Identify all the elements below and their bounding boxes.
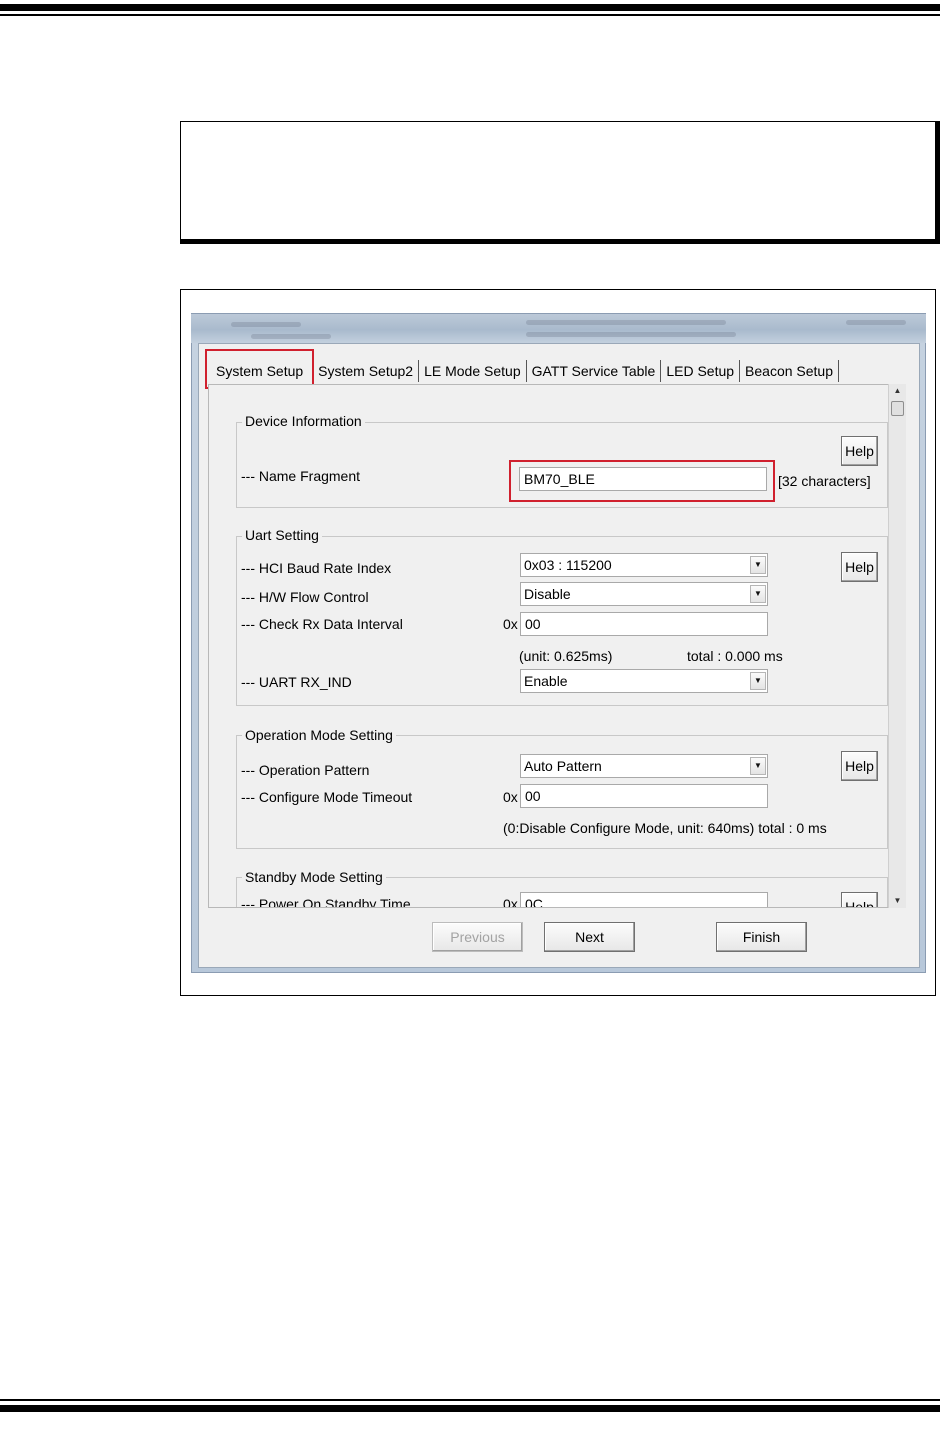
tab-led-setup[interactable]: LED Setup [661, 360, 741, 382]
operation-pattern-value: Auto Pattern [524, 758, 602, 774]
finish-button[interactable]: Finish [716, 922, 807, 952]
next-button[interactable]: Next [544, 922, 635, 952]
footer-rule-thin [0, 1399, 940, 1401]
flow-control-select[interactable]: Disable ▼ [520, 582, 768, 606]
baud-rate-select[interactable]: 0x03 : 115200 ▼ [520, 553, 768, 577]
standby-help-button[interactable]: Help [841, 892, 878, 907]
operation-help-button[interactable]: Help [841, 751, 878, 781]
previous-button[interactable]: Previous [432, 922, 523, 952]
scroll-thumb[interactable] [891, 401, 904, 416]
baud-rate-label: --- HCI Baud Rate Index [241, 560, 392, 576]
config-timeout-prefix: 0x [503, 789, 518, 805]
device-info-help-button[interactable]: Help [841, 436, 878, 466]
footer-rule-thick [0, 1405, 940, 1412]
standby-time-prefix: 0x [503, 896, 518, 908]
name-fragment-label: --- Name Fragment [241, 468, 361, 484]
note-box [180, 121, 940, 244]
chevron-down-icon[interactable]: ▼ [750, 672, 766, 690]
blurred-text [231, 322, 301, 327]
vertical-scrollbar[interactable]: ▲ ▼ [888, 384, 906, 908]
baud-rate-value: 0x03 : 115200 [524, 557, 612, 573]
rx-interval-prefix: 0x [503, 616, 518, 632]
operation-pattern-select[interactable]: Auto Pattern ▼ [520, 754, 768, 778]
blurred-text [526, 320, 726, 325]
tab-gatt-service-table[interactable]: GATT Service Table [527, 360, 662, 382]
config-timeout-note: (0:Disable Configure Mode, unit: 640ms) … [503, 820, 827, 836]
rx-interval-unit: (unit: 0.625ms) [519, 648, 613, 664]
flow-control-value: Disable [524, 586, 571, 602]
uart-help-button[interactable]: Help [841, 552, 878, 582]
config-timeout-input[interactable]: 00 [520, 784, 768, 808]
standby-mode-legend: Standby Mode Setting [242, 869, 386, 885]
window-title-bar [191, 313, 926, 343]
tab-beacon-setup[interactable]: Beacon Setup [740, 360, 840, 382]
chevron-down-icon[interactable]: ▼ [750, 556, 766, 574]
tab-system-setup2[interactable]: System Setup2 [313, 360, 420, 382]
highlight-name-fragment [509, 460, 775, 502]
operation-mode-legend: Operation Mode Setting [242, 727, 396, 743]
blurred-text [846, 320, 906, 325]
operation-pattern-label: --- Operation Pattern [241, 762, 370, 778]
header-rule-thick [0, 4, 940, 11]
tab-le-mode-setup[interactable]: LE Mode Setup [419, 360, 527, 382]
chevron-down-icon[interactable]: ▼ [750, 757, 766, 775]
device-information-legend: Device Information [242, 413, 365, 429]
uart-rx-ind-select[interactable]: Enable ▼ [520, 669, 768, 693]
char-hint: [32 characters] [778, 473, 871, 489]
uart-rx-ind-label: --- UART RX_IND [241, 674, 352, 690]
standby-time-input[interactable]: 0C [520, 892, 768, 907]
config-timeout-label: --- Configure Mode Timeout [241, 789, 413, 805]
uart-setting-legend: Uart Setting [242, 527, 322, 543]
chevron-down-icon[interactable]: ▼ [750, 585, 766, 603]
scroll-down-icon[interactable]: ▼ [889, 894, 906, 908]
blurred-text [251, 334, 331, 339]
rx-interval-label: --- Check Rx Data Interval [241, 616, 403, 632]
flow-control-label: --- H/W Flow Control [241, 589, 369, 605]
rx-interval-input[interactable]: 00 [520, 612, 768, 636]
scroll-up-icon[interactable]: ▲ [889, 384, 906, 398]
standby-time-label: --- Power On Standby Time [241, 896, 411, 908]
blurred-text [526, 332, 736, 337]
header-rule-thin [0, 14, 940, 16]
rx-interval-total: total : 0.000 ms [687, 648, 783, 664]
uart-rx-ind-value: Enable [524, 673, 568, 689]
highlight-tab-system-setup [205, 349, 314, 389]
